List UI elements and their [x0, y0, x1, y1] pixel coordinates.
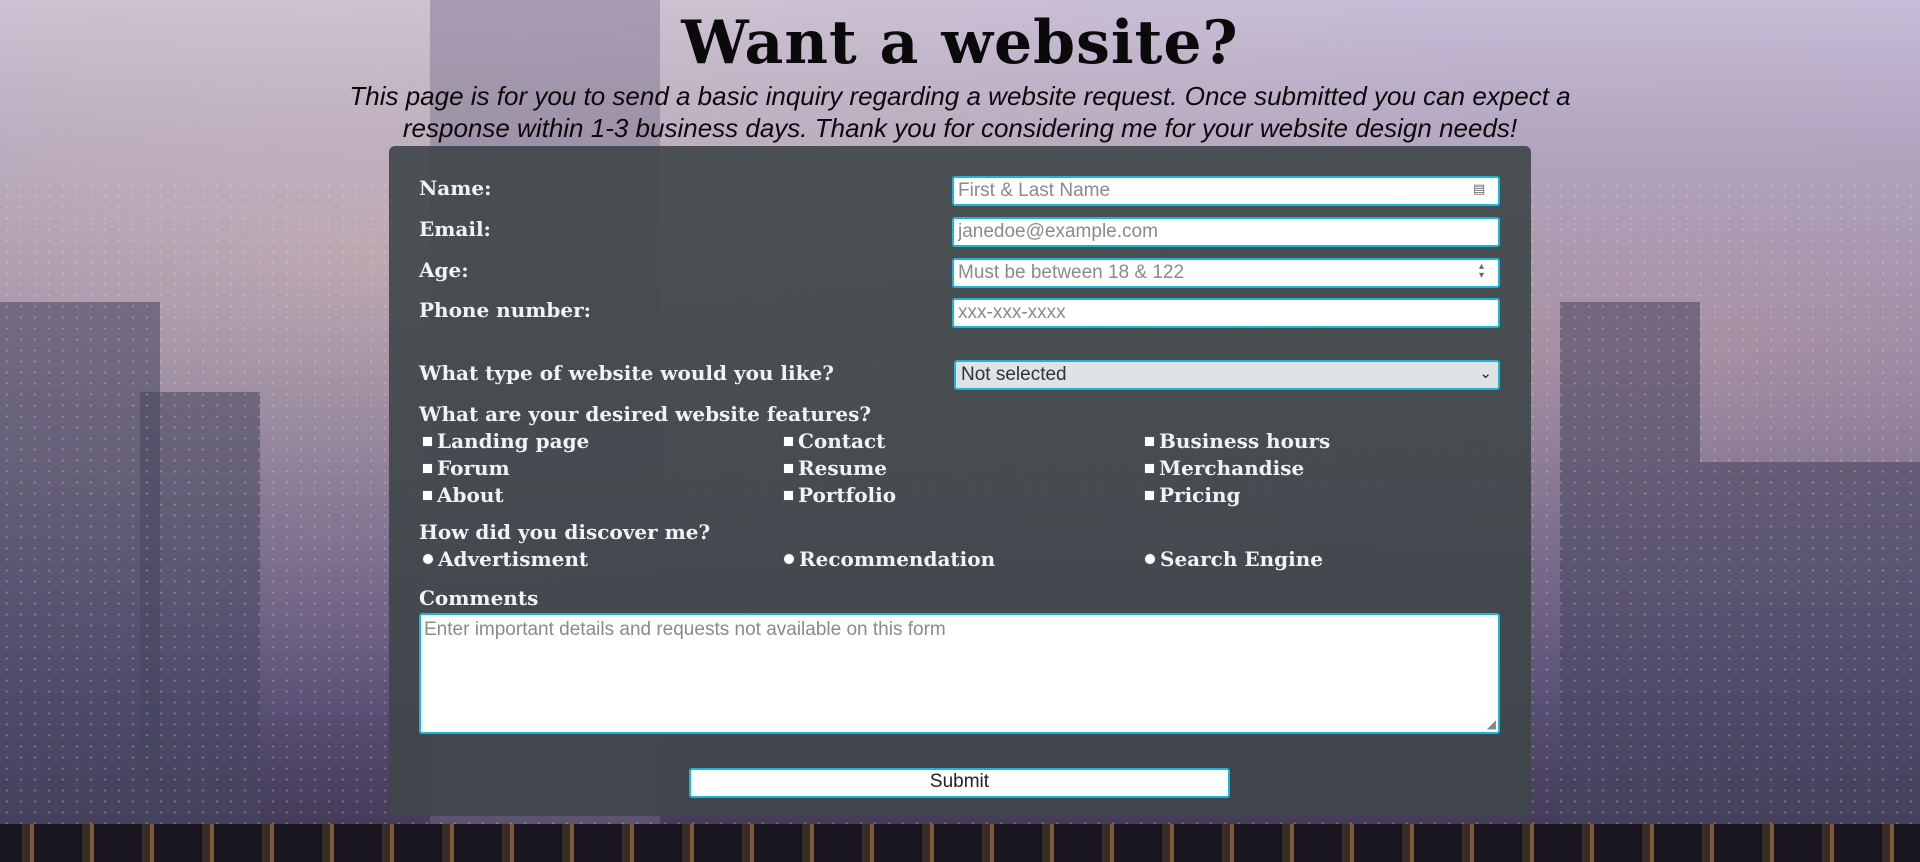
resize-handle-icon[interactable]: ◢ — [1487, 717, 1496, 731]
feature-checkbox[interactable]: Resume — [783, 456, 887, 480]
email-input[interactable] — [952, 217, 1500, 247]
submit-button[interactable]: Submit — [689, 768, 1230, 798]
number-spinner-icon[interactable]: ▴ ▾ — [1479, 262, 1484, 281]
checkbox-icon[interactable] — [783, 435, 794, 447]
feature-checkbox[interactable]: Contact — [783, 429, 885, 453]
checkbox-icon[interactable] — [422, 462, 433, 474]
feature-checkbox[interactable]: Landing page — [422, 429, 589, 453]
checkbox-icon[interactable] — [783, 462, 794, 474]
phone-label: Phone number: — [419, 298, 592, 322]
feature-checkbox[interactable]: Business hours — [1144, 429, 1330, 453]
feature-checkbox[interactable]: About — [422, 483, 504, 507]
checkbox-icon[interactable] — [783, 489, 794, 501]
discovery-radio[interactable]: Search Engine — [1144, 547, 1323, 571]
radio-icon[interactable] — [1144, 553, 1156, 565]
feature-checkbox[interactable]: Pricing — [1144, 483, 1240, 507]
website-type-selected: Not selected — [961, 364, 1067, 385]
comments-placeholder: Enter important details and requests not… — [424, 619, 946, 640]
website-type-select[interactable]: Not selected ⌄ — [954, 360, 1500, 390]
name-input[interactable] — [952, 176, 1500, 206]
radio-icon[interactable] — [783, 553, 795, 565]
website-type-label: What type of website would you like? — [419, 361, 834, 385]
email-label: Email: — [419, 217, 491, 241]
checkbox-icon[interactable] — [1144, 435, 1155, 447]
discovery-radio[interactable]: Advertisment — [422, 547, 588, 571]
checkbox-icon[interactable] — [1144, 462, 1155, 474]
age-label: Age: — [419, 258, 469, 282]
checkbox-icon[interactable] — [1144, 489, 1155, 501]
page-intro: This page is for you to send a basic inq… — [349, 81, 1571, 143]
inquiry-form: Name: ▤ Email: Age: ▴▾ Phone number: Wha… — [389, 146, 1531, 816]
chevron-down-icon: ⌄ — [1479, 364, 1492, 382]
feature-checkbox[interactable]: Forum — [422, 456, 510, 480]
discovery-label: How did you discover me? — [419, 520, 711, 544]
features-label: What are your desired website features? — [419, 402, 872, 426]
checkbox-icon[interactable] — [422, 435, 433, 447]
age-input[interactable] — [952, 258, 1500, 288]
phone-input[interactable] — [952, 298, 1500, 328]
checkbox-icon[interactable] — [422, 489, 433, 501]
comments-textarea[interactable]: Enter important details and requests not… — [419, 613, 1500, 734]
feature-checkbox[interactable]: Merchandise — [1144, 456, 1304, 480]
radio-icon[interactable] — [422, 553, 434, 565]
page-title: Want a website? — [681, 8, 1239, 78]
feature-checkbox[interactable]: Portfolio — [783, 483, 896, 507]
comments-label: Comments — [419, 586, 539, 610]
contact-card-icon: ▤ — [1473, 182, 1486, 197]
discovery-radio[interactable]: Recommendation — [783, 547, 995, 571]
name-label: Name: — [419, 176, 492, 200]
